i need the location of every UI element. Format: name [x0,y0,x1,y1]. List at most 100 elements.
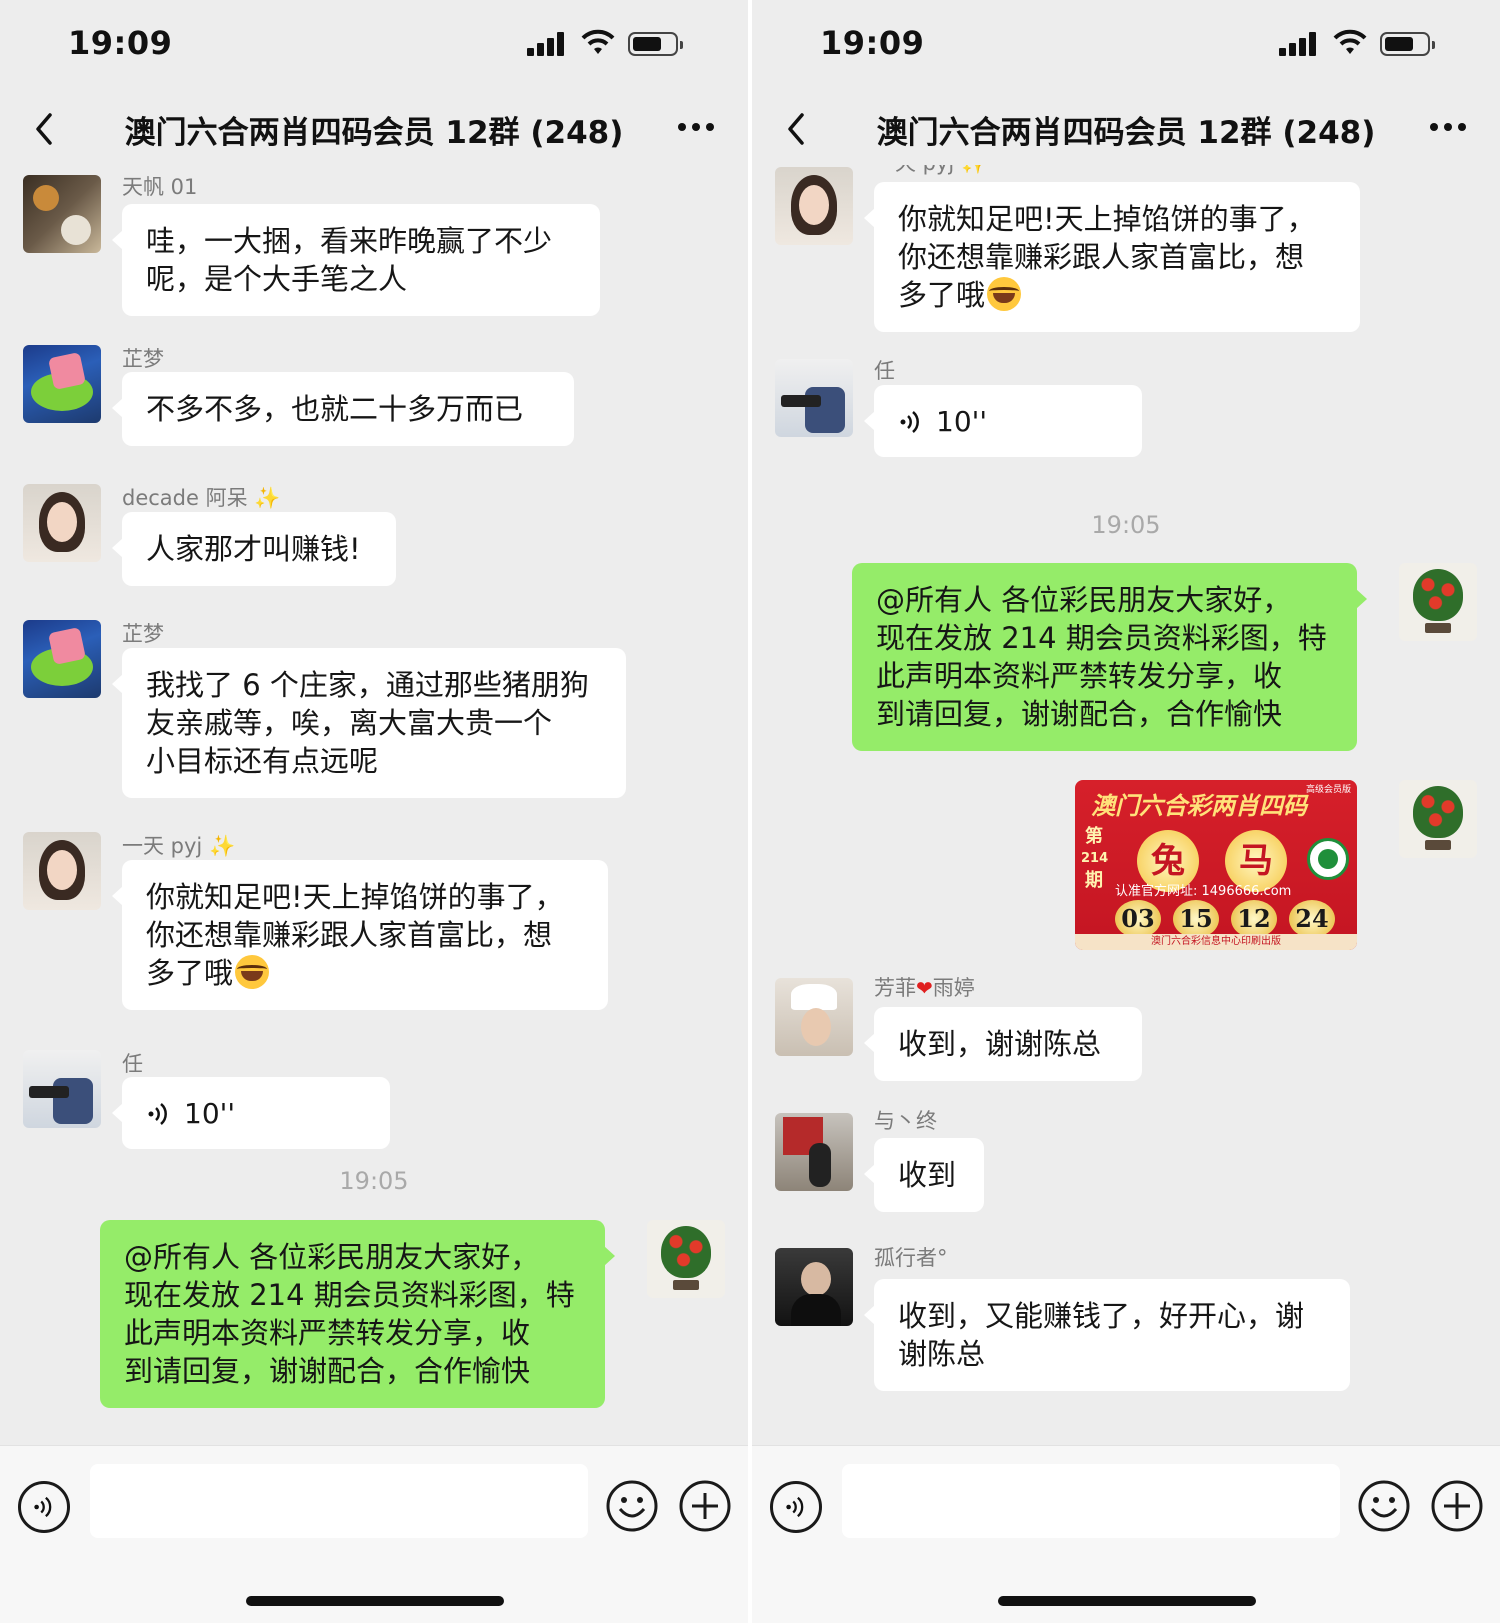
message-bubble[interactable]: 人家那才叫赚钱! [112,512,396,586]
laugh-emoji-icon [987,277,1022,311]
avatar[interactable] [23,175,101,253]
message-line: 不多不多，也就二十多万而已 [146,392,524,426]
avatar[interactable] [775,167,853,245]
avatar[interactable] [23,832,101,910]
message-line: 你还想靠赚彩跟人家首富比，想 [146,918,553,952]
battery-icon [628,32,683,56]
message-line: 你就知足吧!天上掉馅饼的事了， [146,880,564,914]
voice-duration: 10'' [936,405,988,438]
message-bubble[interactable]: 你就知足吧!天上掉馅饼的事了， 你还想靠赚彩跟人家首富比，想 多了哦 [864,182,1360,332]
macau-logo-icon [1307,838,1349,880]
avatar[interactable] [775,359,853,437]
back-chevron-icon[interactable] [26,109,66,149]
emoji-icon[interactable] [605,1479,659,1533]
lottery-footer: 澳门六合彩信息中心印刷出版 [1075,934,1357,950]
message-bubble[interactable]: 收到 [864,1138,984,1212]
sender-name: 芷梦 [122,347,164,371]
status-bar: 19:09 [0,0,748,95]
chat-header: 澳门六合两肖四码会员 12群 (248) [752,95,1500,165]
message-line: 谢陈总 [898,1337,986,1371]
voice-icon [786,1496,804,1518]
message-line: 现在发放 214 期会员资料彩图，特 [124,1278,575,1312]
message-line: 哇，一大捆，看来昨晚赢了不少 [146,224,553,258]
message-line: 现在发放 214 期会员资料彩图，特 [876,621,1327,655]
sender-name: 一天 pyj ✨ [122,834,236,858]
message-list[interactable]: 一天 pyj ✨ 你就知足吧!天上掉馅饼的事了， 你还想靠赚彩跟人家首富比，想 … [752,165,1500,1445]
avatar[interactable] [23,1050,101,1128]
more-dots-icon[interactable] [678,123,714,135]
chat-title: 澳门六合两肖四码会员 12群 (248) [876,115,1376,151]
sender-name: 与丶终 [874,1109,937,1133]
lottery-image[interactable]: 澳门六合彩两肖四码 高级会员版 第 214 期 兔 马 认准官方网址: 1496… [1075,780,1357,950]
lottery-tag: 高级会员版 [1305,785,1351,795]
message-bubble[interactable]: @所有人 各位彩民朋友大家好， 现在发放 214 期会员资料彩图，特 此声明本资… [100,1220,615,1408]
avatar[interactable] [1399,563,1477,641]
message-bubble[interactable]: 收到，又能赚钱了，好开心，谢 谢陈总 [864,1279,1350,1391]
signal-icon [1279,32,1321,56]
voice-message-bubble[interactable]: 10'' [864,385,1142,457]
message-bubble[interactable]: 你就知足吧!天上掉馅饼的事了， 你还想靠赚彩跟人家首富比，想 多了哦 [112,860,608,1010]
home-indicator [998,1596,1256,1606]
wifi-icon [1333,29,1367,54]
message-line: 呢，是个大手笔之人 [146,262,408,296]
message-bubble[interactable]: @所有人 各位彩民朋友大家好， 现在发放 214 期会员资料彩图，特 此声明本资… [852,563,1367,751]
voice-input-button[interactable] [18,1481,70,1533]
plus-icon[interactable] [1430,1479,1484,1533]
lottery-numbers: 03 15 12 24 [1115,900,1335,938]
avatar[interactable] [23,484,101,562]
timestamp: 19:05 [1091,511,1161,539]
lottery-issue: 第 214 期 [1081,826,1109,891]
sender-name: 孤行者° [874,1246,948,1270]
back-chevron-icon[interactable] [778,109,818,149]
message-line: 小目标还有点远呢 [146,744,379,778]
message-bubble[interactable]: 哇，一大捆，看来昨晚赢了不少 呢，是个大手笔之人 [112,204,600,316]
message-line: 你还想靠赚彩跟人家首富比，想 [898,240,1305,274]
avatar[interactable] [647,1220,725,1298]
message-bubble[interactable]: 收到，谢谢陈总 [864,1007,1142,1081]
message-line: 收到 [898,1158,957,1192]
message-line: @所有人 各位彩民朋友大家好， [124,1240,540,1274]
emoji-icon[interactable] [1357,1479,1411,1533]
sender-name: 芷梦 [122,622,164,646]
phone-left: 19:09 澳门六合两肖四码会员 12群 (248) 天帆 01 哇，一大捆，看… [0,0,748,1623]
plus-icon[interactable] [678,1479,732,1533]
message-bubble[interactable]: 不多不多，也就二十多万而已 [112,372,574,446]
avatar[interactable] [775,1248,853,1326]
message-line: 你就知足吧!天上掉馅饼的事了， [898,202,1316,236]
message-line: 收到，又能赚钱了，好开心，谢 [898,1299,1305,1333]
avatar[interactable] [23,345,101,423]
avatar[interactable] [775,1113,853,1191]
avatar[interactable] [775,978,853,1056]
timestamp: 19:05 [339,1167,409,1195]
sender-name: decade 阿呆 ✨ [122,486,281,510]
message-list[interactable]: 天帆 01 哇，一大捆，看来昨晚赢了不少 呢，是个大手笔之人 芷梦 不多不多，也… [0,165,748,1445]
message-line: 多了哦 [146,954,584,992]
input-bar [0,1445,748,1623]
battery-icon [1380,32,1435,56]
message-input[interactable] [842,1464,1340,1538]
chat-title: 澳门六合两肖四码会员 12群 (248) [124,115,624,151]
sender-name: 任 [122,1052,143,1076]
status-time: 19:09 [820,24,925,62]
message-line: 友亲戚等，唉，离大富大贵一个 [146,706,553,740]
voice-icon [34,1496,52,1518]
message-input[interactable] [90,1464,588,1538]
sender-name: 一天 pyj ✨ [874,165,987,177]
input-bar [752,1445,1500,1623]
chat-header: 澳门六合两肖四码会员 12群 (248) [0,95,748,165]
message-bubble[interactable]: 我找了 6 个庄家，通过那些猪朋狗 友亲戚等，唉，离大富大贵一个 小目标还有点远… [112,648,626,798]
voice-message-bubble[interactable]: 10'' [112,1077,390,1149]
phone-right: 19:09 澳门六合两肖四码会员 12群 (248) 一天 pyj ✨ 你就知足… [752,0,1500,1623]
avatar[interactable] [23,620,101,698]
message-line: 此声明本资料严禁转发分享，收 [876,659,1283,693]
message-line: 多了哦 [898,276,1336,314]
more-dots-icon[interactable] [1430,123,1466,135]
voice-input-button[interactable] [770,1481,822,1533]
signal-icon [527,32,569,56]
avatar[interactable] [1399,780,1477,858]
status-bar: 19:09 [752,0,1500,95]
status-time: 19:09 [68,24,173,62]
lottery-site: 认准官方网址: 1496666.com [1115,884,1292,899]
voice-duration: 10'' [184,1097,236,1130]
message-line: 此声明本资料严禁转发分享，收 [124,1316,531,1350]
